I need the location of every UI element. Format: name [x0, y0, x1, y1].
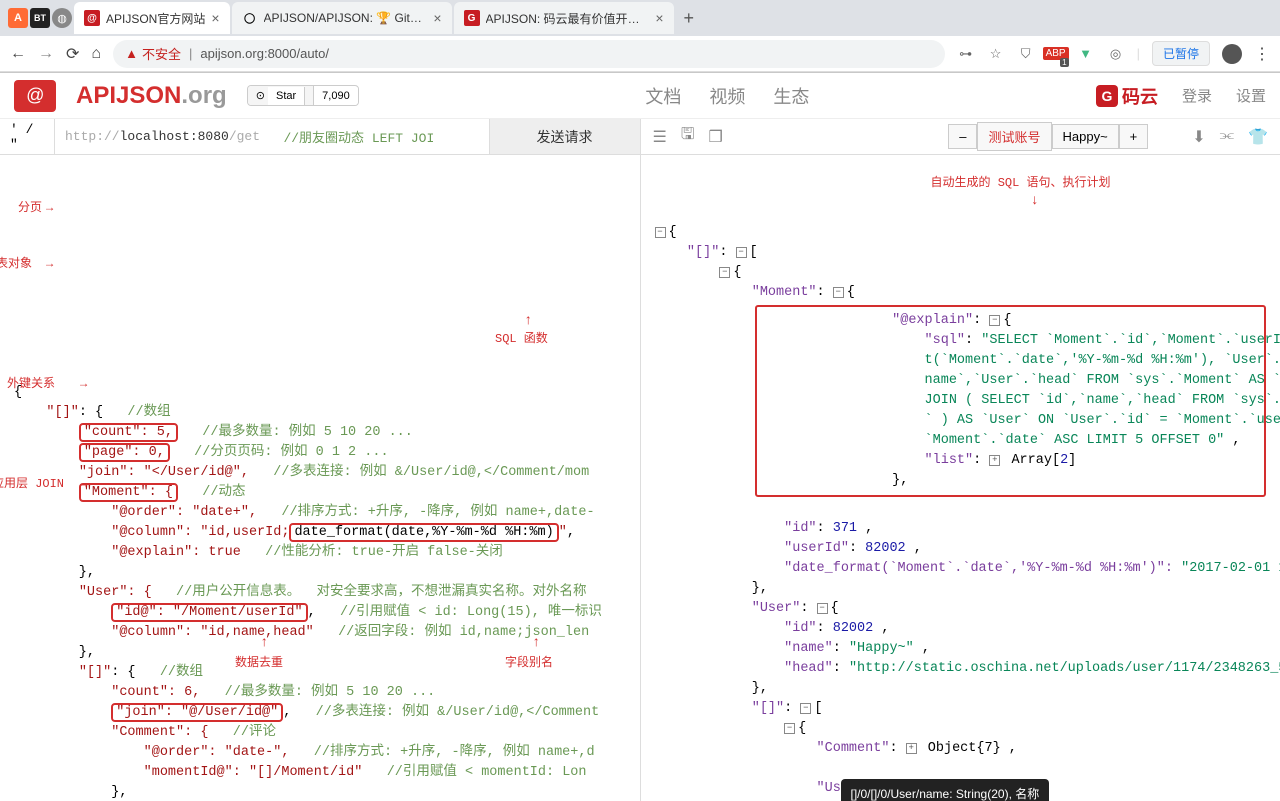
browser-toolbar: ← → ⟳ ⌂ ▲ 不安全 | apijson.org:8000/auto/ ⊶…	[0, 36, 1280, 72]
plus-button[interactable]: +	[1119, 124, 1149, 149]
star-icon[interactable]: ☆	[987, 45, 1005, 63]
label-alias: 字段别名	[505, 653, 553, 673]
response-pane: ☰ 🖫 ❒ – 测试账号 Happy~ + ⬇ ⫘ 👕 自动生成的 SQL 语句…	[641, 119, 1280, 801]
response-toolbar: ☰ 🖫 ❒ – 测试账号 Happy~ + ⬇ ⫘ 👕	[641, 119, 1280, 155]
browser-chrome: A BT ◍ @ APIJSON官方网站 × ◯ APIJSON/APIJSON…	[0, 0, 1280, 73]
github-star-button[interactable]: ⊙ Star 7,090	[247, 85, 359, 106]
shirt-icon[interactable]: 👕	[1248, 127, 1268, 147]
pause-button[interactable]: 已暂停	[1152, 41, 1210, 66]
account-selector: – 测试账号 Happy~ +	[948, 122, 1148, 151]
protocol-prefix[interactable]: ' / "	[0, 119, 55, 154]
tab-strip: A BT ◍ @ APIJSON官方网站 × ◯ APIJSON/APIJSON…	[0, 0, 1280, 36]
app-icon-1[interactable]: A	[8, 8, 28, 28]
tab-title: APIJSON官方网站	[106, 10, 205, 27]
label-dedupe: 数据去重	[235, 653, 283, 673]
collapse-icon[interactable]: −	[655, 227, 666, 238]
ext-icon[interactable]: ◎	[1107, 45, 1125, 63]
label-auto-sql: 自动生成的 SQL 语句、执行计划	[931, 173, 1111, 193]
app-icon-3[interactable]: ◍	[52, 8, 72, 28]
address-bar[interactable]: ▲ 不安全 | apijson.org:8000/auto/	[113, 40, 945, 68]
adblock-icon[interactable]: ABP 1	[1047, 45, 1065, 63]
tooltip: []/0/[]/0/User/name: String(20), 名称	[841, 779, 1050, 801]
warning-icon: ▲	[125, 46, 138, 61]
minus-button[interactable]: –	[948, 124, 977, 149]
new-tab-button[interactable]: +	[676, 8, 703, 29]
home-icon[interactable]: ⌂	[91, 45, 101, 63]
close-icon[interactable]: ×	[433, 10, 441, 26]
avatar[interactable]	[1222, 44, 1242, 64]
label-sql-func: SQL 函数	[495, 329, 548, 349]
browser-tab-active[interactable]: @ APIJSON官方网站 ×	[74, 2, 230, 34]
request-body-editor[interactable]: 分页→ 表对象→ 外键关系→ 应用层 JOIN→ SQL 函数 ↑ 数据去重 ↑…	[0, 155, 640, 801]
back-icon[interactable]: ←	[10, 45, 26, 63]
nav-docs[interactable]: 文档	[645, 83, 681, 109]
url-text: apijson.org:8000/auto/	[200, 46, 329, 61]
request-pane: ' / " http://localhost:8080/get //朋友圈动态 …	[0, 119, 641, 801]
share-icon[interactable]: ⫘	[1220, 127, 1234, 147]
label-table-obj: 表对象	[0, 254, 32, 274]
response-viewer[interactable]: 自动生成的 SQL 语句、执行计划 ↓ −{ "[]": −[ −{ "Mome…	[641, 155, 1280, 801]
test-account-button[interactable]: 测试账号	[977, 122, 1051, 151]
request-url-bar: ' / " http://localhost:8080/get //朋友圈动态 …	[0, 119, 640, 155]
nav-video[interactable]: 视频	[709, 83, 745, 109]
collapse-icon[interactable]: −	[800, 703, 811, 714]
nav-eco[interactable]: 生态	[773, 83, 809, 109]
header-nav: 文档 视频 生态	[645, 83, 809, 109]
collapse-icon[interactable]: −	[989, 315, 1000, 326]
tab-title: APIJSON: 码云最有价值开源项	[486, 10, 650, 27]
label-fk: 外键关系	[7, 374, 55, 394]
collapse-icon[interactable]: −	[784, 723, 795, 734]
app-header: @ APIJSON.org ⊙ Star 7,090 文档 视频 生态 G 码云…	[0, 73, 1280, 119]
close-icon[interactable]: ×	[655, 10, 663, 26]
shield-icon[interactable]: ⛉	[1017, 45, 1035, 63]
collapse-icon[interactable]: −	[719, 267, 730, 278]
collapse-icon[interactable]: −	[817, 603, 828, 614]
url-input[interactable]: http://localhost:8080/get //朋友圈动态 LEFT J…	[55, 119, 490, 154]
login-button[interactable]: 登录	[1182, 85, 1212, 106]
logo-icon: @	[14, 80, 56, 112]
label-pagination: 分页	[18, 198, 42, 218]
list-icon[interactable]: ☰	[653, 127, 667, 147]
collapse-icon[interactable]: −	[736, 247, 747, 258]
expand-icon[interactable]: +	[906, 743, 917, 754]
label-app-join: 应用层 JOIN	[0, 474, 64, 494]
reload-icon[interactable]: ⟳	[66, 44, 79, 64]
tab-title: APIJSON/APIJSON: 🏆 Gitee M	[264, 11, 428, 25]
browser-tab[interactable]: ◯ APIJSON/APIJSON: 🏆 Gitee M ×	[232, 2, 452, 34]
download-icon[interactable]: ⬇	[1192, 127, 1205, 147]
insecure-warning: ▲ 不安全	[125, 44, 181, 63]
save-icon[interactable]: 🖫	[681, 123, 695, 150]
gitee-logo[interactable]: G 码云	[1096, 83, 1158, 109]
layers-icon[interactable]: ❒	[708, 127, 722, 147]
logo-text: APIJSON.org	[76, 82, 227, 110]
settings-button[interactable]: 设置	[1236, 85, 1266, 106]
send-button[interactable]: 发送请求	[490, 119, 640, 154]
user-select[interactable]: Happy~	[1052, 124, 1119, 149]
browser-tab[interactable]: G APIJSON: 码云最有价值开源项 ×	[454, 2, 674, 34]
vue-icon[interactable]: ▼	[1077, 45, 1095, 63]
expand-icon[interactable]: +	[989, 455, 1000, 466]
key-icon[interactable]: ⊶	[957, 45, 975, 63]
collapse-icon[interactable]: −	[833, 287, 844, 298]
menu-icon[interactable]: ⋮	[1254, 44, 1270, 64]
forward-icon[interactable]: →	[38, 45, 54, 63]
app-icon-2[interactable]: BT	[30, 8, 50, 28]
close-icon[interactable]: ×	[211, 10, 219, 26]
